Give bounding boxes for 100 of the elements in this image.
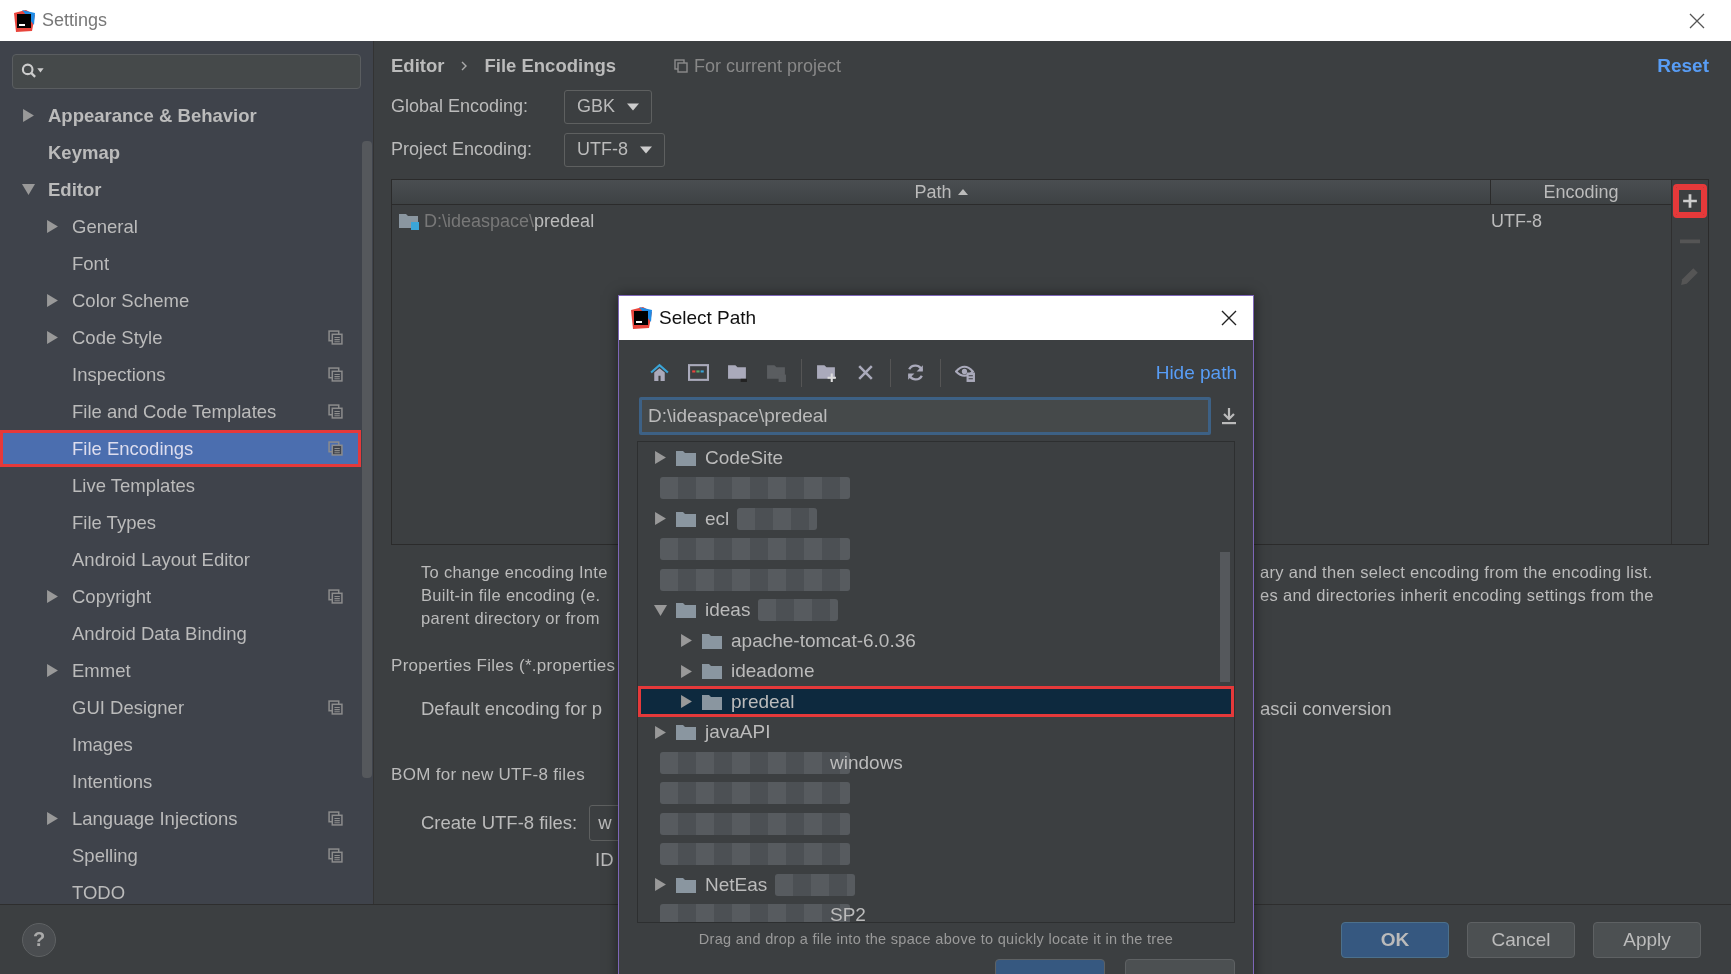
- sidebar-item[interactable]: Android Layout Editor: [0, 541, 361, 578]
- sidebar-item[interactable]: General: [0, 208, 361, 245]
- home-icon[interactable]: [649, 362, 670, 384]
- breadcrumb-item: Editor: [391, 55, 445, 77]
- expand-arrow-icon[interactable]: [46, 812, 59, 825]
- encoding-dropdown[interactable]: GBK: [564, 89, 652, 124]
- breadcrumb-item: File Encodings: [484, 55, 617, 77]
- encoding-dropdown[interactable]: UTF-8: [564, 132, 665, 167]
- dialog-button[interactable]: OK: [1341, 921, 1449, 958]
- chevron-icon: [460, 60, 469, 72]
- tree-item[interactable]: predeal: [638, 686, 1234, 717]
- expand-arrow-icon[interactable]: [46, 590, 59, 603]
- search-field[interactable]: [12, 54, 361, 89]
- table-cell-text: UTF-8: [1490, 209, 1543, 233]
- tree-item[interactable]: NetEas: [638, 869, 1234, 900]
- desktop-icon[interactable]: [688, 362, 709, 384]
- description-text: To change encoding Inte: [421, 562, 609, 583]
- sidebar-item[interactable]: Copyright: [0, 578, 361, 615]
- tree-item[interactable]: ideas: [638, 594, 1234, 626]
- field-label: Default encoding for p: [420, 698, 603, 720]
- field-label: Create UTF-8 files:: [420, 812, 578, 834]
- field-label: Global Encoding:: [391, 96, 530, 117]
- expand-arrow-icon[interactable]: [22, 109, 35, 122]
- expand-arrow-icon[interactable]: [654, 725, 667, 739]
- table-cell: D:\ideaspace\predeal: [392, 205, 1485, 237]
- sidebar-item[interactable]: TODO: [0, 874, 361, 911]
- app-logo-icon: [629, 306, 653, 330]
- tree-item[interactable]: ideadome: [638, 655, 1234, 687]
- app-logo-icon: [12, 8, 36, 33]
- sidebar-item[interactable]: Inspections: [0, 356, 361, 393]
- checkbox-label: ascii conversion: [1259, 698, 1393, 720]
- note-text: ID: [595, 849, 614, 870]
- sidebar-item[interactable]: Keymap: [0, 134, 361, 171]
- description-text: ary and then select encoding from the encoding list.: [1260, 562, 1654, 583]
- sidebar-item[interactable]: GUI Designer: [0, 689, 361, 726]
- expand-arrow-icon[interactable]: [46, 220, 59, 233]
- folder-icon: [675, 509, 697, 528]
- scrollbar-thumb[interactable]: [1220, 552, 1230, 683]
- hide-path-link[interactable]: Hide path: [1155, 361, 1237, 384]
- expand-arrow-icon[interactable]: [654, 878, 667, 892]
- add-button[interactable]: [1673, 184, 1707, 218]
- folder-icon: [675, 601, 697, 620]
- description-text: es and directories inherit encoding settings from the: [1260, 585, 1655, 606]
- sidebar-item[interactable]: Spelling: [0, 837, 361, 874]
- tree-item-label[interactable]: SP2: [830, 904, 866, 922]
- tree-item[interactable]: CodeSite: [638, 442, 1234, 473]
- sidebar-item[interactable]: Emmet: [0, 652, 361, 689]
- close-icon[interactable]: [1221, 310, 1237, 326]
- caret-icon: [640, 145, 652, 154]
- folder-icon: [675, 448, 697, 467]
- dialog-button[interactable]: Cancel: [1467, 921, 1575, 958]
- sidebar-item[interactable]: Editor: [0, 171, 361, 208]
- sidebar-item[interactable]: Code Style: [0, 319, 361, 356]
- sidebar-item[interactable]: Appearance & Behavior: [0, 97, 361, 134]
- tree-item-label[interactable]: windows: [830, 751, 903, 774]
- window-title: Settings: [42, 10, 108, 31]
- sidebar-item[interactable]: File Types: [0, 504, 361, 541]
- column-header[interactable]: Encoding: [1490, 180, 1671, 204]
- expand-arrow-icon[interactable]: [22, 183, 35, 196]
- sidebar-item[interactable]: Android Data Binding: [0, 615, 361, 652]
- tree-item[interactable]: ecl: [638, 503, 1234, 534]
- field-label: Project Encoding:: [391, 139, 534, 160]
- sidebar-item[interactable]: Color Scheme: [0, 282, 361, 319]
- help-button[interactable]: ?: [22, 922, 56, 957]
- sidebar-item[interactable]: Images: [0, 726, 361, 763]
- sidebar-item[interactable]: File Encodings: [0, 430, 361, 467]
- dialog-button[interactable]: Apply: [1593, 921, 1701, 958]
- scrollbar-thumb[interactable]: [362, 141, 372, 778]
- section-heading: BOM for new UTF-8 files: [391, 765, 586, 785]
- tree-item[interactable]: apache-tomcat-6.0.36: [638, 625, 1234, 656]
- sidebar-item[interactable]: Intentions: [0, 763, 361, 800]
- sidebar-item[interactable]: Language Injections: [0, 800, 361, 837]
- scope-note: For current project: [694, 55, 842, 77]
- expand-arrow-icon[interactable]: [654, 451, 667, 465]
- folder-icon: [701, 631, 723, 650]
- reset-link[interactable]: Reset: [1657, 55, 1709, 77]
- folder-icon[interactable]: [727, 362, 748, 384]
- search-icon: [21, 63, 45, 80]
- caret-icon: [627, 102, 639, 111]
- expand-arrow-icon[interactable]: [680, 664, 693, 678]
- plus-icon: [1682, 193, 1698, 209]
- expand-arrow-icon[interactable]: [46, 294, 59, 307]
- expand-arrow-icon[interactable]: [46, 664, 59, 677]
- new-folder-icon[interactable]: [816, 362, 837, 384]
- close-icon[interactable]: [1689, 12, 1705, 29]
- column-header[interactable]: Path: [392, 180, 1490, 204]
- folder-icon: [398, 212, 420, 230]
- download-icon[interactable]: [1221, 407, 1237, 426]
- expand-arrow-icon[interactable]: [654, 512, 667, 526]
- expand-arrow-icon[interactable]: [680, 634, 693, 648]
- expand-arrow-icon[interactable]: [46, 331, 59, 344]
- sidebar-item[interactable]: Font: [0, 245, 361, 282]
- sidebar-item[interactable]: Live Templates: [0, 467, 361, 504]
- expand-arrow-icon[interactable]: [680, 695, 693, 709]
- refresh-icon[interactable]: [905, 362, 926, 384]
- path-input-field[interactable]: D:\ideaspace\predeal: [639, 397, 1211, 436]
- tree-item[interactable]: javaAPI: [638, 716, 1234, 748]
- folder-icon: [701, 692, 723, 711]
- expand-arrow-icon[interactable]: [654, 603, 667, 617]
- sidebar-item[interactable]: File and Code Templates: [0, 393, 361, 430]
